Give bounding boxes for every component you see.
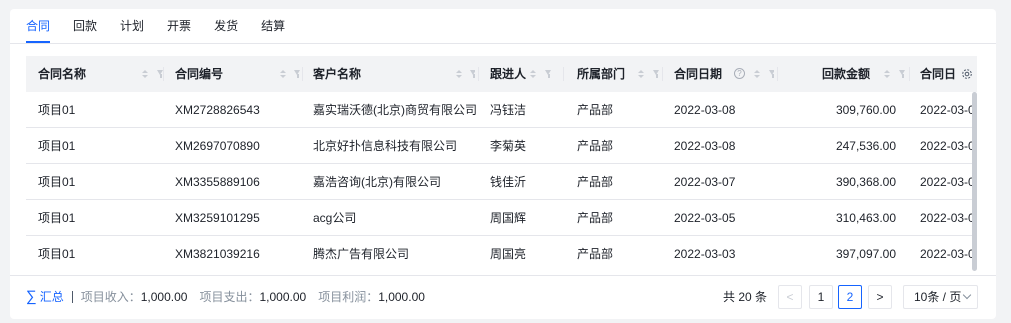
sort-icon[interactable] (530, 70, 537, 79)
filter-icon[interactable] (653, 70, 660, 78)
tab-payment[interactable]: 回款 (73, 9, 97, 43)
summary-income-label: 项目收入： (80, 290, 141, 304)
tab-settlement[interactable]: 结算 (261, 9, 285, 43)
column-header-payment-amount[interactable]: 回款金额 (822, 56, 922, 92)
scrollbar-thumb[interactable] (972, 92, 977, 271)
footer-divider (10, 275, 996, 276)
tab-invoice[interactable]: 开票 (167, 9, 191, 43)
filter-icon[interactable] (769, 70, 774, 78)
page-size-value: 10条 / 页 (914, 290, 962, 304)
column-header-contract-date[interactable]: 合同日期 ? (674, 56, 774, 92)
page-1-button[interactable]: 1 (809, 285, 833, 309)
filter-icon[interactable] (545, 70, 552, 78)
table-header: 合同名称 合同编号 客户名称 跟进人 所属部门 合同日期 ? 回款金额 合同日 (26, 56, 977, 92)
summary-title: 汇总 (39, 290, 64, 304)
column-header-contract-date-2[interactable]: 合同日 (920, 56, 977, 92)
sort-icon[interactable] (142, 70, 149, 79)
summary-expense-label: 项目支出： (199, 290, 260, 304)
sort-icon[interactable] (280, 70, 287, 79)
tab-contract[interactable]: 合同 (26, 9, 51, 43)
column-divider (909, 67, 910, 81)
tab-shipment[interactable]: 发货 (214, 9, 238, 43)
tab-plan[interactable]: 计划 (120, 9, 144, 43)
summary-expense-value: 1,000.00 (259, 290, 307, 304)
column-header-owner[interactable]: 跟进人 (490, 56, 560, 92)
table-row[interactable]: 项目01 XM3355889106 嘉浩咨询(北京)有限公司 钱佳沂 产品部 2… (26, 164, 977, 200)
column-divider (777, 67, 778, 81)
tab-divider (10, 43, 996, 44)
page-size-select[interactable]: 10条 / 页 (903, 285, 978, 309)
summary-profit-value: 1,000.00 (378, 290, 425, 304)
table-row[interactable]: 项目01 XM3821039216 腾杰广告有限公司 周国亮 产品部 2022-… (26, 236, 977, 271)
pagination-total: 共 20 条 (723, 290, 768, 304)
sort-icon[interactable] (754, 70, 761, 79)
table-row[interactable]: 项目01 XM3259101295 acg公司 周国辉 产品部 2022-03-… (26, 200, 977, 236)
column-divider (662, 67, 663, 81)
contract-table: 合同名称 合同编号 客户名称 跟进人 所属部门 合同日期 ? 回款金额 合同日 … (26, 56, 977, 271)
next-page-button[interactable]: > (868, 285, 892, 309)
column-header-contract-no[interactable]: 合同编号 (175, 56, 305, 92)
summary-profit-label: 项目利润： (318, 290, 379, 304)
column-header-contract-name[interactable]: 合同名称 (38, 56, 168, 92)
filter-icon[interactable] (294, 70, 301, 78)
column-divider (302, 67, 303, 81)
summary-divider (71, 291, 73, 303)
table-scrollbar[interactable] (972, 56, 977, 271)
sort-icon[interactable] (456, 70, 463, 79)
column-header-customer-name[interactable]: 客户名称 (313, 56, 475, 92)
filter-icon[interactable] (470, 70, 475, 78)
sigma-icon: ∑ (26, 288, 37, 305)
summary-bar: ∑ 汇总 项目收入： 1,000.00 项目支出： 1,000.00 项目利润：… (26, 287, 437, 307)
sort-icon[interactable] (884, 70, 891, 79)
table-row[interactable]: 项目01 XM2728826543 嘉实瑞沃德(北京)商贸有限公司 冯钰洁 产品… (26, 92, 977, 128)
sort-icon[interactable] (638, 70, 645, 79)
tab-bar: 合同 回款 计划 开票 发货 结算 (26, 9, 308, 43)
table-row[interactable]: 项目01 XM2697070890 北京好扑信息科技有限公司 李菊英 产品部 2… (26, 128, 977, 164)
summary-income-value: 1,000.00 (140, 290, 188, 304)
column-divider (163, 67, 164, 81)
page-2-button[interactable]: 2 (838, 285, 862, 309)
filter-icon[interactable] (899, 70, 906, 78)
prev-page-button[interactable]: < (778, 285, 802, 309)
contract-panel: 合同 回款 计划 开票 发货 结算 合同名称 合同编号 客户名称 跟进人 所属部… (10, 9, 996, 319)
column-header-department[interactable]: 所属部门 (577, 56, 667, 92)
help-circle-icon[interactable]: ? (734, 68, 745, 79)
column-divider (563, 67, 564, 81)
column-divider (478, 67, 479, 81)
chevron-down-icon (962, 290, 972, 300)
